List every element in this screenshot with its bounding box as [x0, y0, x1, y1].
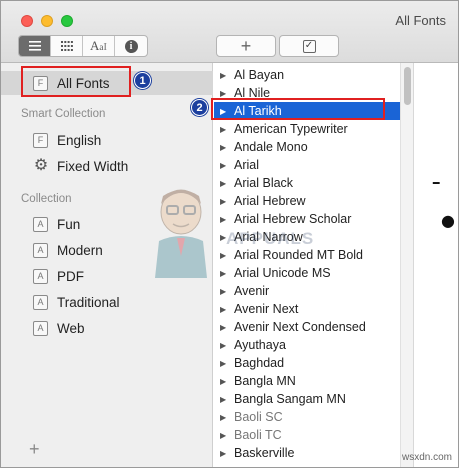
sidebar-item-label: Traditional [57, 294, 120, 310]
disclosure-triangle-icon[interactable]: ▶ [220, 287, 229, 296]
font-row[interactable]: ▶ Arial [214, 156, 400, 174]
disclosure-triangle-icon[interactable]: ▶ [220, 305, 229, 314]
appuals-mascot-watermark [155, 189, 207, 278]
disclosure-triangle-icon[interactable]: ▶ [220, 269, 229, 278]
disclosure-triangle-icon[interactable]: ▶ [220, 179, 229, 188]
font-book-window: All Fonts AaI i + ✓ F All Fonts Smart Co… [0, 0, 459, 468]
disclosure-triangle-icon[interactable]: ▶ [220, 143, 229, 152]
sample-view-button[interactable]: AaI [83, 36, 115, 56]
sidebar-item-label: PDF [57, 268, 84, 284]
disclosure-triangle-icon[interactable]: ▶ [220, 89, 229, 98]
view-mode-segmented-control: AaI i [18, 35, 148, 57]
add-font-button[interactable]: + [216, 35, 276, 57]
font-row[interactable]: ▶ Baoli TC [214, 426, 400, 444]
disclosure-triangle-icon[interactable]: ▶ [220, 251, 229, 260]
sidebar-item-traditional[interactable]: A Traditional [1, 290, 213, 314]
add-collection-button[interactable]: + [29, 439, 40, 460]
disclosure-triangle-icon[interactable]: ▶ [220, 431, 229, 440]
collection-header: Collection [21, 193, 72, 205]
disclosure-triangle-icon[interactable]: ▶ [220, 359, 229, 368]
font-row[interactable]: ▶ Baoli SC [214, 408, 400, 426]
collection-icon: A [33, 242, 48, 258]
disclosure-triangle-icon[interactable]: ▶ [220, 377, 229, 386]
grid-view-button[interactable] [51, 36, 83, 56]
disclosure-triangle-icon[interactable]: ▶ [220, 161, 229, 170]
font-row[interactable]: ▶ Baghdad [214, 354, 400, 372]
step-badge-1: 1 [134, 72, 151, 89]
sidebar-item-label: Web [57, 320, 85, 336]
font-row[interactable]: ▶ Al Bayan [214, 66, 400, 84]
collection-icon: A [33, 268, 48, 284]
highlight-box-all-fonts [21, 66, 131, 97]
sidebar-item-label: Fun [57, 216, 81, 232]
collection-icon: A [33, 216, 48, 232]
list-view-button[interactable] [19, 36, 51, 56]
font-row[interactable]: ▶ Arial Black [214, 174, 400, 192]
sidebar-item-english[interactable]: F English [1, 128, 213, 152]
title-bar: All Fonts AaI i + ✓ [1, 1, 458, 63]
font-row[interactable]: ▶ Andale Mono [214, 138, 400, 156]
font-row[interactable]: ▶ Avenir Next Condensed [214, 318, 400, 336]
highlight-box-al-tarikh [211, 98, 385, 120]
disclosure-triangle-icon[interactable]: ▶ [220, 341, 229, 350]
collection-icon: A [33, 320, 48, 336]
minimize-window-button[interactable] [41, 15, 53, 27]
font-row[interactable]: ▶ Ayuthaya [214, 336, 400, 354]
disclosure-triangle-icon[interactable]: ▶ [220, 323, 229, 332]
sidebar-item-web[interactable]: A Web [1, 316, 213, 340]
site-watermark: wsxdn.com [401, 452, 452, 463]
font-row[interactable]: ▶ Avenir Next [214, 300, 400, 318]
disclosure-triangle-icon[interactable]: ▶ [220, 125, 229, 134]
font-row[interactable]: ▶ Bangla MN [214, 372, 400, 390]
font-row[interactable]: ▶ Bangla Sangam MN [214, 390, 400, 408]
font-family-list: ▶ Al Bayan ▶ Al Nile ▶ Al Tarikh ▶ American … [214, 63, 400, 467]
preview-glyph: ● [441, 211, 455, 230]
font-row[interactable]: ▶ American Typewriter [214, 120, 400, 138]
list-icon [28, 41, 41, 51]
scroll-thumb[interactable] [404, 67, 411, 105]
font-row[interactable]: ▶ Arial Hebrew Scholar [214, 210, 400, 228]
font-row[interactable]: ▶ Arial Unicode MS [214, 264, 400, 282]
validate-font-button[interactable]: ✓ [279, 35, 339, 57]
disclosure-triangle-icon[interactable]: ▶ [220, 215, 229, 224]
sidebar-item-label: Fixed Width [57, 158, 129, 174]
font-row[interactable]: ▶ Baskerville [214, 444, 400, 462]
disclosure-triangle-icon[interactable]: ▶ [220, 413, 229, 422]
disclosure-triangle-icon[interactable]: ▶ [220, 71, 229, 80]
disclosure-triangle-icon[interactable]: ▶ [220, 395, 229, 404]
gear-icon: ⚙ [33, 157, 49, 174]
zoom-window-button[interactable] [61, 15, 73, 27]
disclosure-triangle-icon[interactable]: ▶ [220, 197, 229, 206]
info-view-button[interactable]: i [115, 36, 147, 56]
collection-icon: A [33, 294, 48, 310]
font-list-scrollbar[interactable] [400, 63, 414, 467]
sidebar-item-fixed-width[interactable]: ⚙ Fixed Width [1, 154, 213, 178]
disclosure-triangle-icon[interactable]: ▶ [220, 449, 229, 458]
grid-icon [60, 41, 73, 51]
close-window-button[interactable] [21, 15, 33, 27]
window-title: All Fonts [395, 13, 446, 28]
info-icon: i [124, 39, 138, 53]
font-row[interactable]: ▶ Avenir [214, 282, 400, 300]
sidebar-item-label: Modern [57, 242, 103, 258]
font-preview-pane: ـ ● [415, 63, 458, 467]
step-badge-2: 2 [191, 99, 208, 116]
sidebar-item-label: English [57, 132, 102, 148]
preview-glyph: ـ [433, 165, 440, 190]
font-sample-icon: AaI [89, 38, 108, 53]
font-collection-icon: F [33, 132, 48, 148]
smart-collection-header: Smart Collection [21, 108, 106, 120]
checkbox-icon: ✓ [302, 39, 316, 53]
plus-icon: + [240, 35, 252, 56]
appuals-brand-watermark: APPUALS [226, 229, 315, 248]
font-row[interactable]: ▶ Arial Hebrew [214, 192, 400, 210]
